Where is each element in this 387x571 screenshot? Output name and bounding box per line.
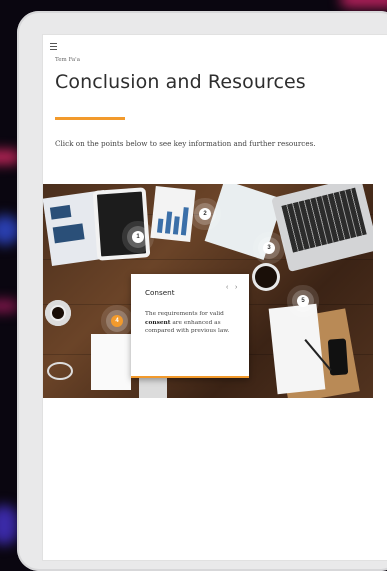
hotspot-1[interactable]: 1 bbox=[132, 231, 144, 243]
hotspot-5[interactable]: 5 bbox=[297, 295, 309, 307]
popup-title: Consent bbox=[145, 288, 175, 297]
instruction-text: Click on the points below to see key inf… bbox=[55, 139, 316, 148]
page-title: Conclusion and Resources bbox=[55, 71, 306, 93]
hotspot-2[interactable]: 2 bbox=[199, 208, 211, 220]
spiral-notebook-image bbox=[91, 334, 131, 390]
popup-body-text: The requirements for valid consent are e… bbox=[145, 310, 237, 336]
glasses-image bbox=[47, 362, 73, 380]
document-image bbox=[268, 303, 326, 395]
hotspot-3[interactable]: 3 bbox=[263, 242, 275, 254]
hotspot-4[interactable]: 4 bbox=[111, 315, 123, 327]
title-accent-bar bbox=[55, 117, 125, 120]
coffee-cup-image bbox=[255, 266, 277, 288]
breadcrumb: Tem Fa'a bbox=[55, 57, 80, 63]
popup-prev-button[interactable]: ‹ bbox=[226, 284, 228, 291]
tablet-frame: Tem Fa'a Conclusion and Resources Click … bbox=[17, 11, 387, 571]
coffee-cup-image bbox=[45, 300, 71, 326]
tablet-screen: Tem Fa'a Conclusion and Resources Click … bbox=[42, 34, 387, 561]
color-streak bbox=[340, 0, 387, 8]
hotspot-popup: Consent ‹ › The requirements for valid c… bbox=[131, 274, 249, 378]
chart-paper-image bbox=[150, 186, 196, 242]
popup-text-bold: consent bbox=[145, 319, 171, 326]
popup-text-part: The requirements for valid bbox=[145, 311, 224, 317]
color-streak bbox=[0, 505, 18, 545]
popup-next-button[interactable]: › bbox=[235, 284, 237, 291]
hamburger-menu-icon[interactable] bbox=[50, 43, 57, 50]
tablet-device-image bbox=[92, 187, 151, 261]
color-streak bbox=[0, 300, 18, 312]
